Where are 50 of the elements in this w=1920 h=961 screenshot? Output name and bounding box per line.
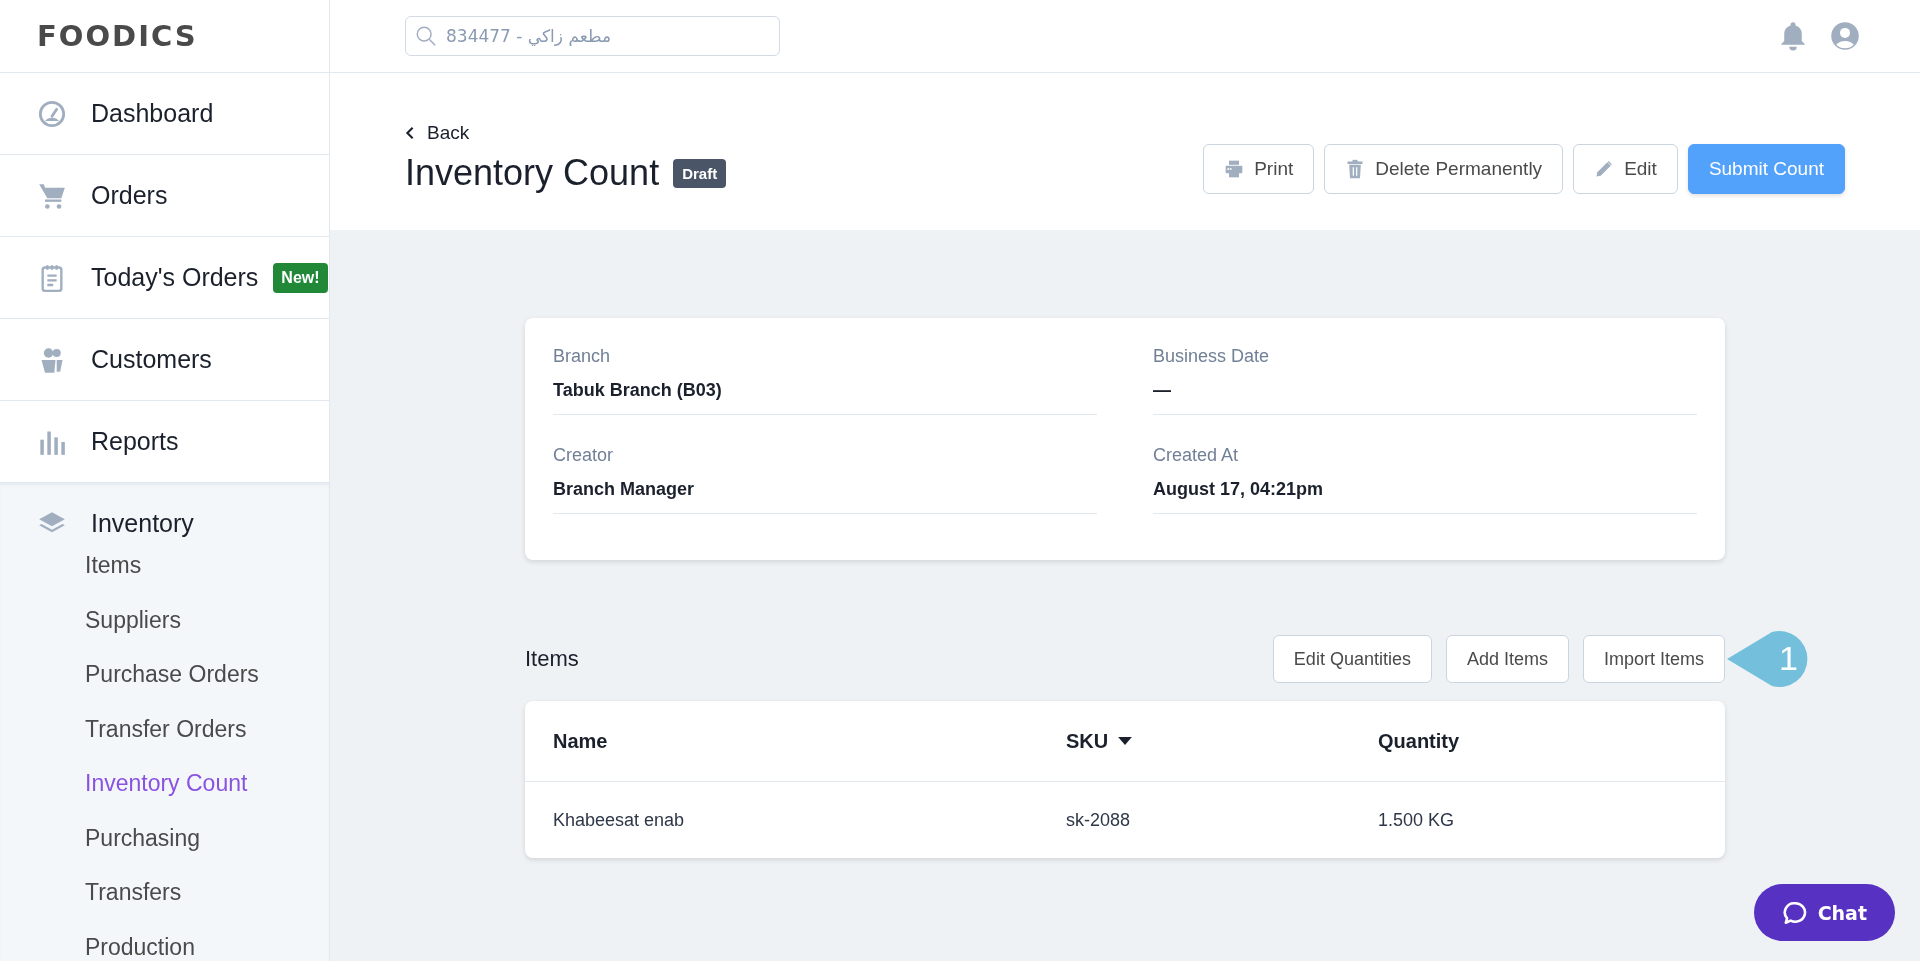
table-cell-text: 1.500 KG: [1378, 809, 1456, 831]
action-button[interactable]: Print: [1203, 144, 1315, 194]
status-badge: Draft: [673, 158, 727, 188]
chevron-left-icon: [405, 126, 415, 140]
nav-subitem[interactable]: Transfer Orders: [0, 701, 329, 756]
items-button[interactable]: Add Items: [1445, 635, 1569, 683]
new-badge: New!: [273, 262, 328, 293]
nav-item[interactable]: Dashboard: [0, 73, 329, 154]
nav-subitem[interactable]: Purchasing: [0, 810, 329, 865]
field-label: Business Date: [1153, 346, 1271, 367]
logo: FOODICS: [37, 19, 198, 53]
field-label: Branch: [553, 346, 612, 367]
printer-icon: [1224, 159, 1245, 179]
field-value: Tabuk Branch (B03): [553, 380, 723, 401]
nav-subitem[interactable]: Transfers: [0, 865, 329, 920]
chat-button[interactable]: Chat: [1753, 884, 1895, 941]
action-button[interactable]: Edit: [1573, 144, 1678, 194]
field-value: August 17, 04:21pm: [1153, 479, 1325, 500]
field-value: —: [1153, 380, 1172, 401]
trash-icon: [1345, 159, 1366, 179]
gauge-icon: [38, 99, 66, 128]
pencil-icon: [1594, 159, 1615, 179]
items-button[interactable]: Import Items: [1582, 635, 1725, 683]
nav-subitem[interactable]: Items: [0, 538, 329, 593]
table-cell-text: sk-2088: [1066, 809, 1132, 831]
nav-item[interactable]: Today's Orders New!: [0, 237, 329, 318]
column-header[interactable]: Quantity: [1378, 729, 1697, 753]
nav-item[interactable]: Customers: [0, 319, 329, 400]
field-label: Created At: [1153, 445, 1240, 466]
nav-subitem[interactable]: Production: [0, 919, 329, 961]
avatar-icon[interactable]: [1830, 21, 1860, 51]
cart-icon: [38, 181, 66, 210]
table-cell-text: Khabeesat enab: [553, 809, 686, 831]
nav-subitem[interactable]: Purchase Orders: [0, 647, 329, 702]
bell-icon[interactable]: [1778, 21, 1808, 51]
page-title: Inventory Count: [405, 152, 660, 194]
column-header[interactable]: SKU: [1066, 729, 1378, 753]
back-link[interactable]: Back: [405, 122, 727, 144]
nav-item[interactable]: Orders: [0, 155, 329, 236]
nav-subitem[interactable]: Inventory Count: [0, 756, 329, 811]
chat-bubble-icon: [1781, 899, 1808, 926]
column-header[interactable]: Name: [553, 729, 1066, 753]
action-button[interactable]: Delete Permanently: [1324, 144, 1564, 194]
nav-item[interactable]: Reports: [0, 401, 329, 482]
field-label: Creator: [553, 445, 615, 466]
items-button[interactable]: Edit Quantities: [1272, 635, 1432, 683]
section-heading: Items: [525, 646, 579, 672]
field-value: Branch Manager: [553, 479, 696, 500]
nav-subitem[interactable]: Suppliers: [0, 592, 329, 647]
search-field[interactable]: 834477 - مطعم زاكي: [405, 16, 780, 56]
